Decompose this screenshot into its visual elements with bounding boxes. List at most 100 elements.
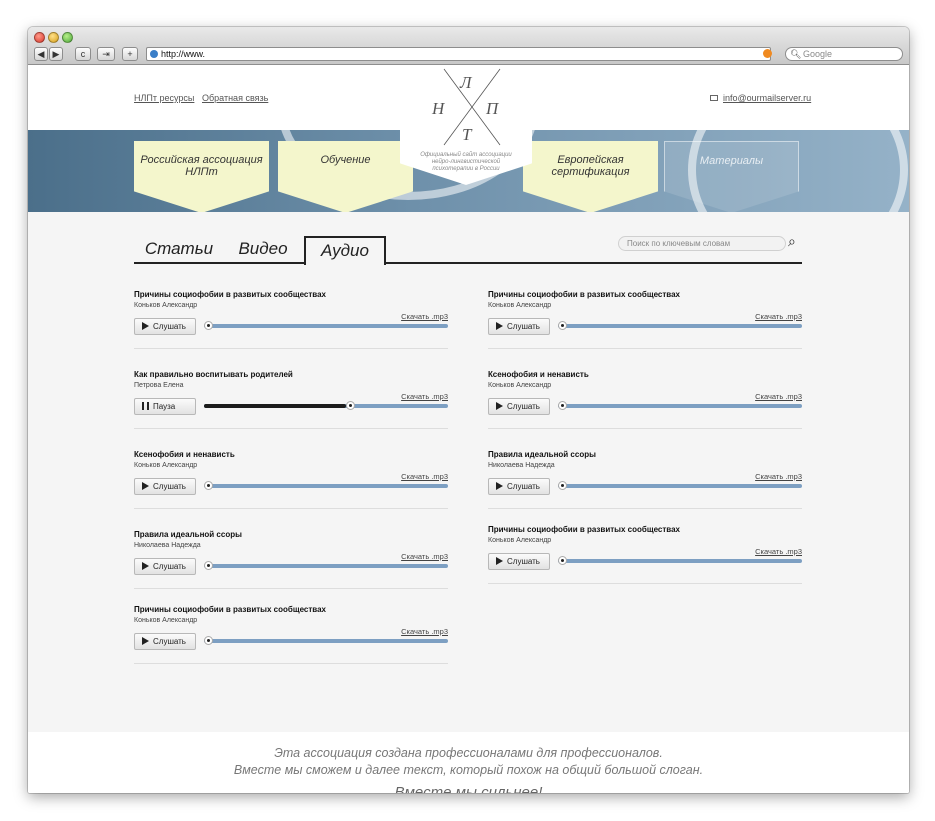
track-title: Ксенофобия и ненависть — [488, 370, 589, 379]
progress-bar[interactable] — [204, 561, 448, 570]
download-mp3-link[interactable]: Скачать .mp3 — [401, 472, 448, 481]
button-label: Слушать — [153, 322, 186, 331]
audio-track: Причины социофобии в развитых сообщества… — [488, 525, 802, 584]
progress-fill — [204, 404, 346, 408]
divider — [134, 588, 448, 589]
tab-video[interactable]: Видео — [228, 236, 298, 262]
track-title: Причины социофобии в развитых сообщества… — [134, 605, 326, 614]
play-button[interactable]: Слушать — [488, 553, 550, 570]
divider — [134, 663, 448, 664]
download-mp3-link[interactable]: Скачать .mp3 — [755, 472, 802, 481]
rss-icon[interactable] — [763, 49, 772, 58]
audio-track: Ксенофобия и ненависть Коньков Александр С… — [488, 370, 802, 429]
play-button[interactable]: Слушать — [134, 478, 196, 495]
progress-bar[interactable] — [558, 321, 802, 330]
zoom-window-button[interactable] — [62, 32, 73, 43]
link-nlpt-resources[interactable]: НЛПт ресурсы — [134, 93, 194, 103]
logo-letter: П — [486, 99, 499, 118]
audio-track: Как правильно воспитывать родителей Петро… — [134, 370, 448, 429]
progress-bar[interactable] — [204, 481, 448, 490]
progress-knob[interactable] — [558, 401, 567, 410]
pause-button[interactable]: Пауза — [134, 398, 196, 415]
play-button[interactable]: Слушать — [134, 558, 196, 575]
download-mp3-link[interactable]: Скачать .mp3 — [401, 392, 448, 401]
download-mp3-link[interactable]: Скачать .mp3 — [401, 312, 448, 321]
logo-letter: Т — [462, 125, 472, 144]
play-icon — [142, 637, 149, 645]
logo-letter: Л — [460, 73, 472, 92]
button-label: Слушать — [507, 557, 540, 566]
progress-knob[interactable] — [204, 561, 213, 570]
download-mp3-link[interactable]: Скачать .mp3 — [401, 627, 448, 636]
pause-icon — [142, 402, 149, 410]
logo-letter: Н — [432, 99, 445, 118]
progress-bar[interactable] — [204, 401, 448, 410]
progress-knob[interactable] — [558, 556, 567, 565]
progress-bar[interactable] — [558, 481, 802, 490]
browser-search-placeholder: Google — [803, 49, 833, 59]
progress-bar[interactable] — [204, 636, 448, 645]
play-icon — [496, 402, 503, 410]
button-label: Слушать — [507, 402, 540, 411]
progress-knob[interactable] — [204, 481, 213, 490]
menu-label: Обучение — [320, 154, 371, 166]
reload-button[interactable]: c — [75, 47, 91, 61]
progress-knob[interactable] — [345, 401, 355, 410]
progress-knob[interactable] — [204, 321, 213, 330]
address-text: http://www. — [161, 49, 206, 59]
progress-knob[interactable] — [558, 321, 567, 330]
link-feedback[interactable]: Обратная связь — [202, 93, 268, 103]
keyword-search-input[interactable]: Поиск по ключевым словам — [618, 236, 786, 251]
forward-button[interactable]: ▶ — [49, 47, 63, 61]
audio-track: Причины социофобии в развитых сообщества… — [134, 605, 448, 664]
divider — [488, 583, 802, 584]
tab-audio[interactable]: Аудио — [304, 236, 386, 265]
add-bookmark-button[interactable]: + — [122, 47, 138, 61]
tab-articles[interactable]: Статьи — [144, 236, 214, 262]
divider — [488, 348, 802, 349]
track-author: Николаева Надежда — [134, 542, 201, 549]
play-button[interactable]: Слушать — [488, 318, 550, 335]
play-icon — [142, 322, 149, 330]
menu-label: Материалы — [699, 155, 764, 167]
download-mp3-link[interactable]: Скачать .mp3 — [755, 547, 802, 556]
play-button[interactable]: Слушать — [488, 398, 550, 415]
track-author: Коньков Александр — [488, 382, 552, 389]
menu-label: Российская ассоциация НЛПт — [140, 154, 263, 178]
download-mp3-link[interactable]: Скачать .mp3 — [755, 392, 802, 401]
progress-bar[interactable] — [558, 556, 802, 565]
play-icon — [496, 322, 503, 330]
browser-toolbar: ◀ ▶ c ⇥ + http://www. 🔍︎ Google — [28, 27, 909, 65]
footer: Эта ассоциация создана профессионалами д… — [28, 732, 909, 793]
browser-search-field[interactable]: 🔍︎ Google — [785, 47, 903, 61]
close-window-button[interactable] — [34, 32, 45, 43]
email-link[interactable]: info@ourmailserver.ru — [723, 93, 811, 103]
progress-knob[interactable] — [558, 481, 567, 490]
track-title: Причины социофобии в развитых сообщества… — [488, 525, 680, 534]
download-mp3-link[interactable]: Скачать .mp3 — [755, 312, 802, 321]
slogan-line: Эта ассоциация создана профессионалами д… — [274, 746, 663, 760]
search-icon[interactable]: ⌕ — [788, 233, 796, 250]
track-author: Коньков Александр — [134, 302, 198, 309]
play-button[interactable]: Слушать — [488, 478, 550, 495]
audio-track: Причины социофобии в развитых сообщества… — [488, 290, 802, 349]
globe-icon — [150, 50, 158, 58]
track-title: Как правильно воспитывать родителей — [134, 370, 293, 379]
minimize-window-button[interactable] — [48, 32, 59, 43]
play-button[interactable]: Слушать — [134, 318, 196, 335]
progress-bar[interactable] — [558, 401, 802, 410]
share-button[interactable]: ⇥ — [97, 47, 115, 61]
track-author: Николаева Надежда — [488, 462, 555, 469]
play-icon — [496, 482, 503, 490]
back-button[interactable]: ◀ — [34, 47, 48, 61]
download-mp3-link[interactable]: Скачать .mp3 — [401, 552, 448, 561]
progress-bar[interactable] — [204, 321, 448, 330]
audio-track: Правила идеальной ссоры Николаева Надежда… — [488, 450, 802, 509]
audio-track: Причины социофобии в развитых сообщества… — [134, 290, 448, 349]
progress-knob[interactable] — [204, 636, 213, 645]
track-title: Причины социофобии в развитых сообщества… — [488, 290, 680, 299]
slogan-main: Вместе мы сильнее! — [394, 784, 543, 793]
play-button[interactable]: Слушать — [134, 633, 196, 650]
site-logo[interactable]: Л Н П Т Официальный сайт ассоциации нейр… — [400, 65, 532, 185]
address-bar[interactable]: http://www. — [146, 47, 771, 61]
